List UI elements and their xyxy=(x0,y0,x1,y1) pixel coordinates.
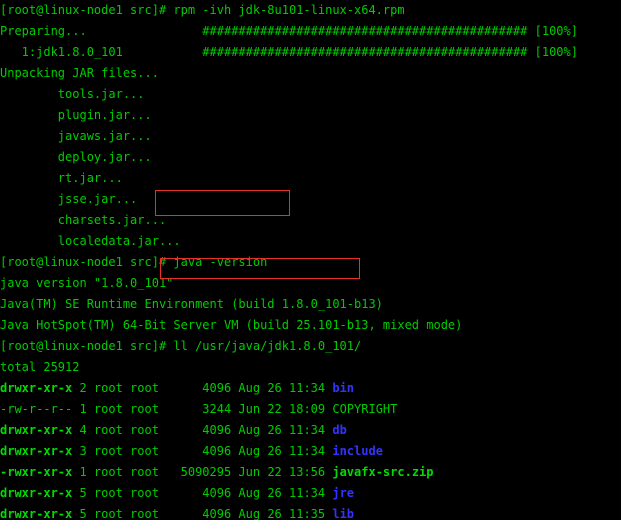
listing-row: drwxr-xr-x 5 root root 4096 Aug 26 11:35… xyxy=(0,504,621,520)
listing-metadata: 5 root root 4096 Aug 26 11:34 xyxy=(79,486,333,500)
listing-entry-name: javafx-src.zip xyxy=(332,465,434,479)
listing-row: drwxr-xr-x 3 root root 4096 Aug 26 11:34… xyxy=(0,441,621,462)
listing-permissions: drwxr-xr-x xyxy=(0,507,80,520)
listing-permissions: drwxr-xr-x xyxy=(0,444,80,458)
listing-metadata: 3 root root 4096 Aug 26 11:34 xyxy=(79,444,333,458)
terminal-screen[interactable]: [root@linux-node1 src]# rpm -ivh jdk-8u1… xyxy=(0,0,621,520)
terminal-line-total: total 25912 xyxy=(0,357,621,378)
listing-row: -rw-r--r-- 1 root root 3244 Jun 22 18:09… xyxy=(0,399,621,420)
listing-metadata: 2 root root 4096 Aug 26 11:34 xyxy=(79,381,333,395)
java-version-string: java version "1.8.0_101" xyxy=(0,276,174,290)
listing-row: -rwxr-xr-x 1 root root 5090295 Jun 22 13… xyxy=(0,462,621,483)
terminal-line-command-java-version: [root@linux-node1 src]# java -version xyxy=(0,252,621,273)
jar-entry-javaws: javaws.jar... xyxy=(0,129,152,143)
jar-entry-jsse: jsse.jar... xyxy=(0,192,138,206)
listing-entry-name: db xyxy=(332,423,347,437)
listing-entry-name: bin xyxy=(332,381,355,395)
listing-row: drwxr-xr-x 4 root root 4096 Aug 26 11:34… xyxy=(0,420,621,441)
java-runtime-string: Java(TM) SE Runtime Environment (build 1… xyxy=(0,297,383,311)
listing-permissions: drwxr-xr-x xyxy=(0,486,80,500)
java-version-command-line: [root@linux-node1 src]# java -version xyxy=(0,255,268,269)
terminal-line-jar-deploy: deploy.jar... xyxy=(0,147,621,168)
listing-permissions: drwxr-xr-x xyxy=(0,423,80,437)
listing-entry-name: lib xyxy=(332,507,355,520)
listing-permissions: drwxr-xr-x xyxy=(0,381,80,395)
directory-listing: drwxr-xr-x 2 root root 4096 Aug 26 11:34… xyxy=(0,378,621,520)
jar-entry-localedata: localedata.jar... xyxy=(0,234,181,248)
listing-row: drwxr-xr-x 2 root root 4096 Aug 26 11:34… xyxy=(0,378,621,399)
listing-metadata: 4 root root 4096 Aug 26 11:34 xyxy=(79,423,333,437)
jar-entry-charsets: charsets.jar... xyxy=(0,213,167,227)
listing-entry-name: COPYRIGHT xyxy=(332,402,398,416)
progress-preparing: Preparing... ###########################… xyxy=(0,24,578,38)
progress-package: 1:jdk1.8.0_101 #########################… xyxy=(0,45,578,59)
terminal-line-jar-rt: rt.jar... xyxy=(0,168,621,189)
listing-row: drwxr-xr-x 5 root root 4096 Aug 26 11:34… xyxy=(0,483,621,504)
terminal-line-command-rpm: [root@linux-node1 src]# rpm -ivh jdk-8u1… xyxy=(0,0,621,21)
jar-entry-deploy: deploy.jar... xyxy=(0,150,152,164)
terminal-line-jar-localedata: localedata.jar... xyxy=(0,231,621,252)
jar-entry-rt: rt.jar... xyxy=(0,171,123,185)
java-hotspot-string: Java HotSpot(TM) 64-Bit Server VM (build… xyxy=(0,318,463,332)
terminal-line-jar-charsets: charsets.jar... xyxy=(0,210,621,231)
terminal-line-command-ll: [root@linux-node1 src]# ll /usr/java/jdk… xyxy=(0,336,621,357)
terminal-line-jar-javaws: javaws.jar... xyxy=(0,126,621,147)
prompt-text: [root@linux-node1 src]# rpm -ivh jdk-8u1… xyxy=(0,3,405,17)
listing-entry-name: include xyxy=(332,444,383,458)
listing-permissions: -rw-r--r-- xyxy=(0,402,80,416)
terminal-window[interactable]: [root@linux-node1 src]# rpm -ivh jdk-8u1… xyxy=(0,0,621,520)
listing-metadata: 1 root root 3244 Jun 22 18:09 xyxy=(79,402,333,416)
terminal-line-package-progress: 1:jdk1.8.0_101 #########################… xyxy=(0,42,621,63)
ll-command-line: [root@linux-node1 src]# ll /usr/java/jdk… xyxy=(0,339,362,353)
terminal-line-jre-out: Java(TM) SE Runtime Environment (build 1… xyxy=(0,294,621,315)
terminal-line-jar-tools: tools.jar... xyxy=(0,84,621,105)
listing-total: total 25912 xyxy=(0,360,80,374)
listing-permissions: -rwxr-xr-x xyxy=(0,465,80,479)
listing-metadata: 5 root root 4096 Aug 26 11:35 xyxy=(79,507,333,520)
terminal-line-jar-plugin: plugin.jar... xyxy=(0,105,621,126)
listing-metadata: 1 root root 5090295 Jun 22 13:56 xyxy=(79,465,333,479)
terminal-line-hotspot-out: Java HotSpot(TM) 64-Bit Server VM (build… xyxy=(0,315,621,336)
terminal-line-unpacking-header: Unpacking JAR files... xyxy=(0,63,621,84)
unpacking-header-text: Unpacking JAR files... xyxy=(0,66,159,80)
listing-entry-name: jre xyxy=(332,486,355,500)
jar-entry-plugin: plugin.jar... xyxy=(0,108,152,122)
terminal-line-java-version-out: java version "1.8.0_101" xyxy=(0,273,621,294)
terminal-line-jar-jsse: jsse.jar... xyxy=(0,189,621,210)
jar-entry-tools: tools.jar... xyxy=(0,87,145,101)
terminal-line-preparing: Preparing... ###########################… xyxy=(0,21,621,42)
